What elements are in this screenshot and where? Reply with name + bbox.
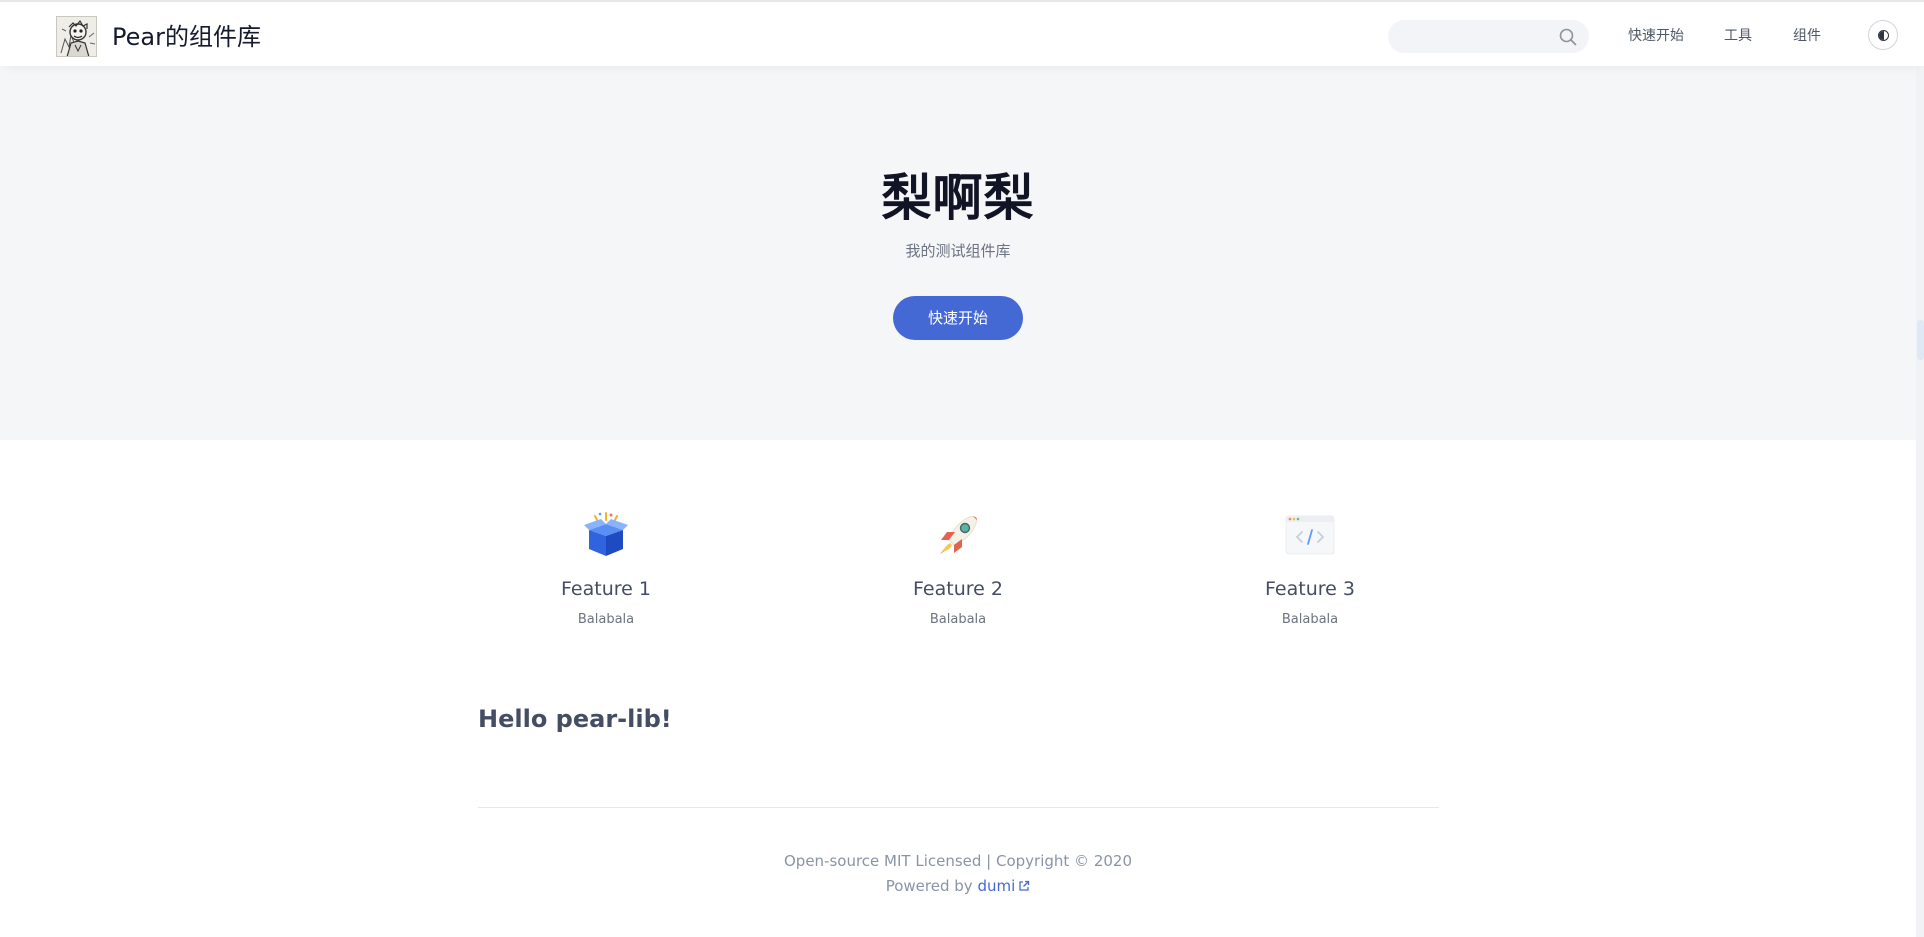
theme-contrast-icon [1878,30,1889,41]
search-box [1388,20,1589,53]
external-link-icon [1019,880,1030,891]
feature-item: Feature 3 Balabala [1200,510,1420,630]
powered-by-label: Powered by [885,877,973,895]
rocket-icon [940,515,978,554]
logo-image [57,17,96,56]
footer-license: Open-source MIT Licensed | Copyright © 2… [783,852,1133,870]
hero-title: 梨啊梨 [881,169,1035,227]
feature-item: Feature 2 Balabala [848,510,1068,630]
open-box-icon [584,512,628,556]
dumi-link-label: dumi [977,877,1016,895]
avatar-sketch-logo[interactable] [56,16,97,57]
feature-description: Balabala [577,612,635,627]
theme-toggle-button[interactable] [1868,20,1898,50]
dumi-link[interactable]: dumi [977,877,1030,895]
feature-description: Balabala [1281,612,1339,627]
footer-divider [478,807,1439,808]
nav-link-quick-start[interactable]: 快速开始 [1628,26,1684,46]
nav-link-components[interactable]: 组件 [1793,26,1821,46]
code-window-icon [1285,515,1335,555]
main-column: Pear的组件库 快速开始 工具 组件 梨啊梨 我的测试组件库 快速开始 Fea… [0,0,1924,937]
search-icon[interactable] [1558,27,1578,47]
navbar: Pear的组件库 快速开始 工具 组件 [0,0,1924,66]
content-heading: Hello pear-lib! [478,705,672,733]
feature-title: Feature 1 [561,578,651,600]
feature-item: Feature 1 Balabala [496,510,716,630]
page-scrollbar[interactable] [1916,0,1924,937]
nav-link-tools[interactable]: 工具 [1724,26,1752,46]
page: Pear的组件库 快速开始 工具 组件 梨啊梨 我的测试组件库 快速开始 Fea… [0,0,1924,937]
hero-section: 梨啊梨 我的测试组件库 快速开始 [0,66,1924,440]
quick-start-button[interactable]: 快速开始 [893,296,1023,340]
feature-description: Balabala [929,612,987,627]
feature-title: Feature 2 [913,578,1003,600]
search-input[interactable] [1402,20,1552,53]
page-scrollbar-thumb[interactable] [1917,320,1924,360]
footer-powered-by: Powered by dumi [0,875,1916,897]
feature-title: Feature 3 [1265,578,1355,600]
hero-description: 我的测试组件库 [905,242,1011,260]
site-title[interactable]: Pear的组件库 [112,22,261,52]
